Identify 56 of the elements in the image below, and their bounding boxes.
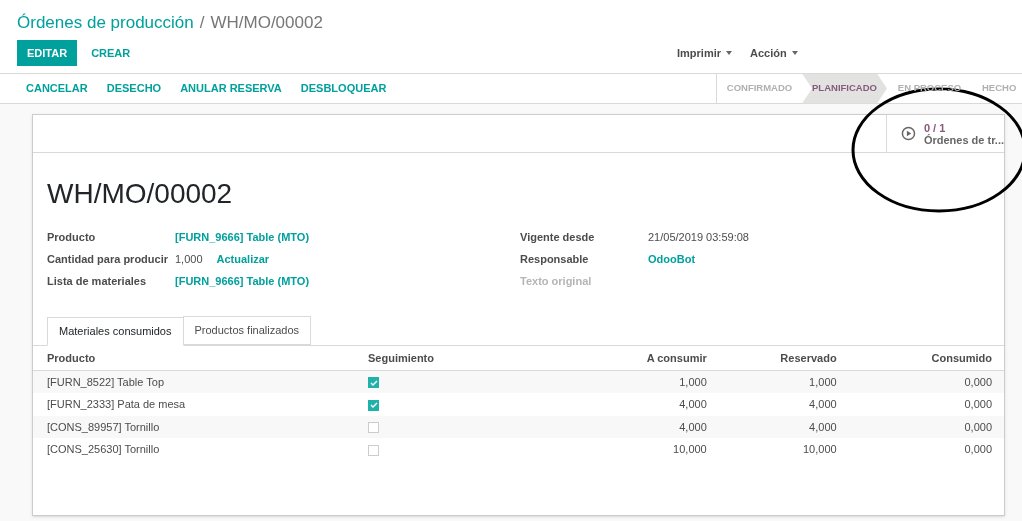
status-step[interactable]: PLANIFICADO (802, 73, 887, 104)
table-cell: [CONS_89957] Tornillo (47, 420, 160, 433)
table-cell: 0,000 (964, 375, 992, 388)
field-link[interactable]: OdooBot (648, 250, 696, 268)
table-cell: [CONS_25630] Tornillo (47, 443, 160, 455)
caret-icon (726, 51, 732, 55)
field-label: Cantidad para producir (47, 251, 170, 267)
table-cell: 4,000 (809, 420, 837, 433)
button-label: Órdenes de tr... (923, 133, 1004, 146)
table-cell: 10,000 (673, 443, 707, 455)
table-cell: 4,000 (809, 398, 837, 410)
field-label: Vigente desde (520, 229, 596, 245)
status-step[interactable]: EN PROCESO (887, 73, 972, 104)
breadcrumb-current: WH/MO/00002 (210, 12, 323, 34)
field-label: Responsable (520, 251, 590, 267)
field-label: Lista de materiales (47, 273, 148, 289)
edit-button[interactable]: EDITAR (17, 40, 78, 66)
table-cell: 0,000 (964, 443, 992, 455)
action-button[interactable]: DESBLOQUEAR (300, 80, 387, 97)
field-link[interactable]: [FURN_9666] Table (MTO) (175, 272, 310, 290)
update-link[interactable]: Actualizar (216, 250, 270, 268)
table-cell: 4,000 (679, 420, 707, 433)
field-label: Producto (47, 229, 97, 245)
field-value: 1,000 (175, 251, 203, 267)
column-header[interactable]: Producto (47, 351, 96, 364)
status-step[interactable]: CONFIRMADO (717, 73, 802, 104)
table-cell: [FURN_2333] Pata de mesa (47, 398, 186, 410)
column-header[interactable]: Consumido (931, 351, 992, 364)
table-cell: 1,000 (809, 375, 837, 388)
table-cell: 10,000 (802, 443, 837, 455)
table-cell: [FURN_8522] Table Top (47, 375, 164, 388)
caret-icon (791, 51, 798, 55)
column-header[interactable]: Seguimiento (368, 351, 434, 364)
create-button[interactable]: CREAR (81, 40, 141, 66)
breadcrumb-separator: / (199, 12, 205, 34)
breadcrumb-link[interactable]: Órdenes de producción (17, 12, 194, 34)
action-button[interactable]: ANULAR RESERVA (180, 80, 282, 97)
table-cell: 0,000 (964, 398, 992, 410)
status-step[interactable]: HECHO (972, 73, 1019, 104)
column-header[interactable]: A consumir (646, 351, 707, 364)
record-title: WH/MO/00002 (47, 177, 233, 211)
field-value: 21/05/2019 03:59:08 (648, 229, 749, 245)
field-link[interactable]: [FURN_9666] Table (MTO) (175, 228, 310, 246)
table-cell: 1,000 (679, 375, 707, 388)
dropdown-button[interactable]: Imprimir (677, 44, 732, 62)
dropdown-button[interactable]: Acción (750, 44, 798, 62)
table-cell: 4,000 (679, 398, 707, 410)
tab[interactable]: Materiales consumidos (47, 317, 184, 346)
field-label: Texto original (520, 273, 593, 289)
column-header[interactable]: Reservado (780, 351, 837, 364)
action-button[interactable]: DESECHO (106, 80, 162, 97)
play-icon (901, 126, 916, 141)
action-button[interactable]: CANCELAR (26, 80, 88, 97)
table-cell: 0,000 (964, 420, 992, 433)
count-text: 0 / 1 (923, 121, 947, 134)
tab[interactable]: Productos finalizados (182, 316, 312, 345)
